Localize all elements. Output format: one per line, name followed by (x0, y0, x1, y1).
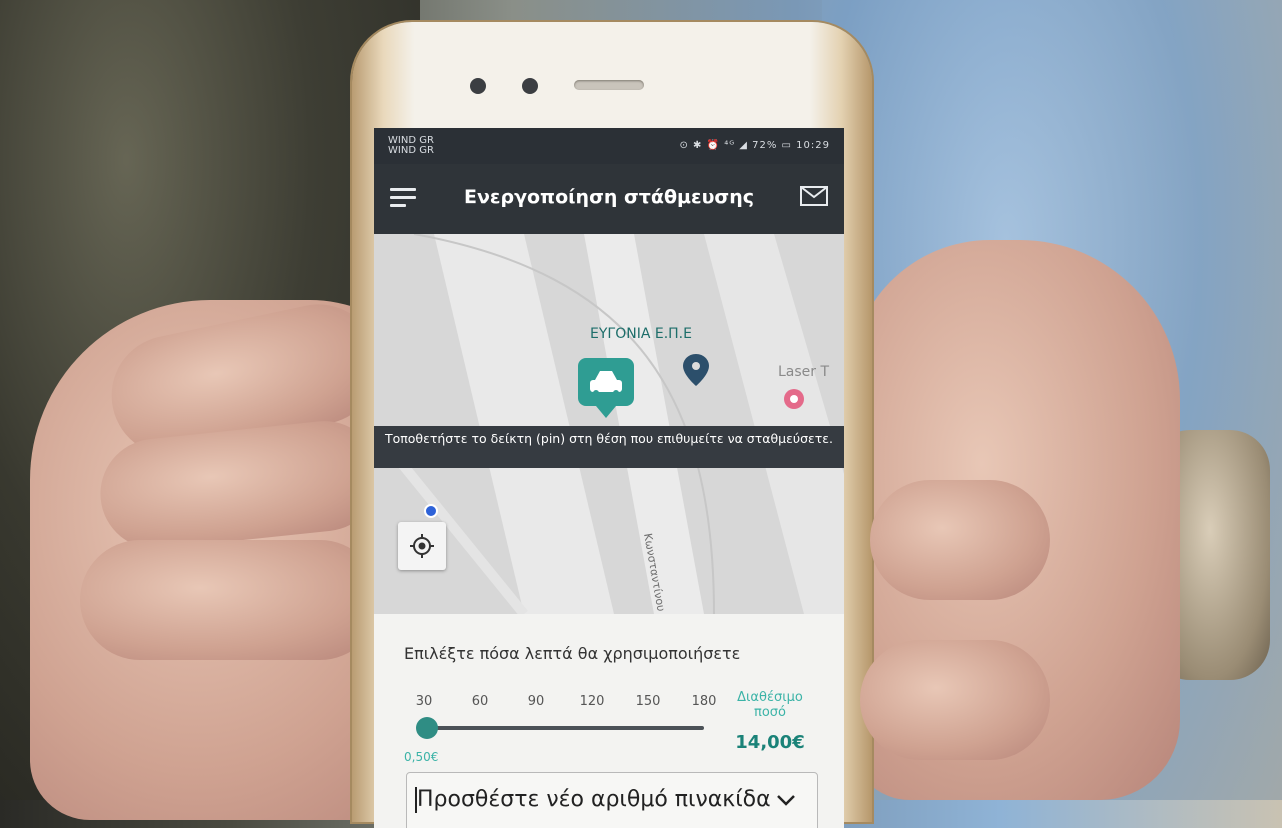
balance-value: 14,00€ (735, 732, 805, 753)
tick-label[interactable]: 90 (528, 694, 545, 709)
instruction-banner: Τοποθετήστε το δείκτη (pin) στη θέση που… (374, 426, 844, 468)
tick-label[interactable]: 120 (580, 694, 605, 709)
poi-label: Laser T (778, 364, 830, 380)
carrier-2: WIND GR (388, 145, 434, 156)
plate-select[interactable]: Προσθέστε νέο αριθμό πινακίδα (406, 772, 818, 828)
map-view[interactable]: Κωνσταντίνου Βε ΕΥΓΟΝΙΑ Ε.Π.Ε Laser T Το… (374, 234, 844, 614)
mail-icon[interactable] (800, 186, 828, 206)
locate-me-button[interactable] (398, 522, 446, 570)
tick-label[interactable]: 180 (692, 694, 717, 709)
page-title: Ενεργοποίηση στάθμευσης (463, 186, 755, 208)
parking-duration-panel: Επιλέξτε πόσα λεπτά θα χρησιμοποιήσετε 3… (374, 614, 844, 828)
earpiece-speaker (574, 80, 644, 90)
price-label: 0,50€ (404, 750, 439, 764)
tick-label[interactable]: 30 (416, 694, 433, 709)
current-location-dot (424, 504, 438, 518)
right-finger-1 (870, 480, 1050, 600)
duration-slider-track[interactable] (426, 726, 704, 730)
smartphone: WIND GR WIND GR ⊙ ✱ ⏰ ⁴ᴳ ◢ 72% ▭ 10:29 Ε… (352, 22, 872, 828)
phone-screen: WIND GR WIND GR ⊙ ✱ ⏰ ⁴ᴳ ◢ 72% ▭ 10:29 Ε… (374, 128, 844, 828)
place-label: ΕΥΓΟΝΙΑ Ε.Π.Ε (590, 326, 692, 342)
duration-slider-thumb[interactable] (416, 717, 438, 739)
carrier-info: WIND GR WIND GR (388, 136, 434, 156)
tick-label[interactable]: 60 (472, 694, 489, 709)
poi-marker-icon[interactable] (784, 389, 804, 409)
chevron-down-icon (777, 795, 795, 806)
front-camera (470, 78, 486, 94)
duration-prompt: Επιλέξτε πόσα λεπτά θα χρησιμοποιήσετε (404, 644, 741, 663)
status-indicators: ⊙ ✱ ⏰ ⁴ᴳ ◢ 72% ▭ 10:29 (679, 140, 830, 151)
tick-label[interactable]: 150 (636, 694, 661, 709)
right-finger-2 (860, 640, 1050, 760)
crosshair-icon (410, 534, 434, 558)
status-bar: WIND GR WIND GR ⊙ ✱ ⏰ ⁴ᴳ ◢ 72% ▭ 10:29 (374, 128, 844, 164)
balance-label: Διαθέσιμο ποσό (737, 690, 803, 720)
left-finger-3 (80, 540, 380, 660)
hamburger-menu-icon[interactable] (390, 188, 416, 208)
app-bar: Ενεργοποίηση στάθμευσης (374, 164, 844, 234)
proximity-sensor (522, 78, 538, 94)
duration-ticks: 30 60 90 120 150 180 (410, 694, 740, 714)
